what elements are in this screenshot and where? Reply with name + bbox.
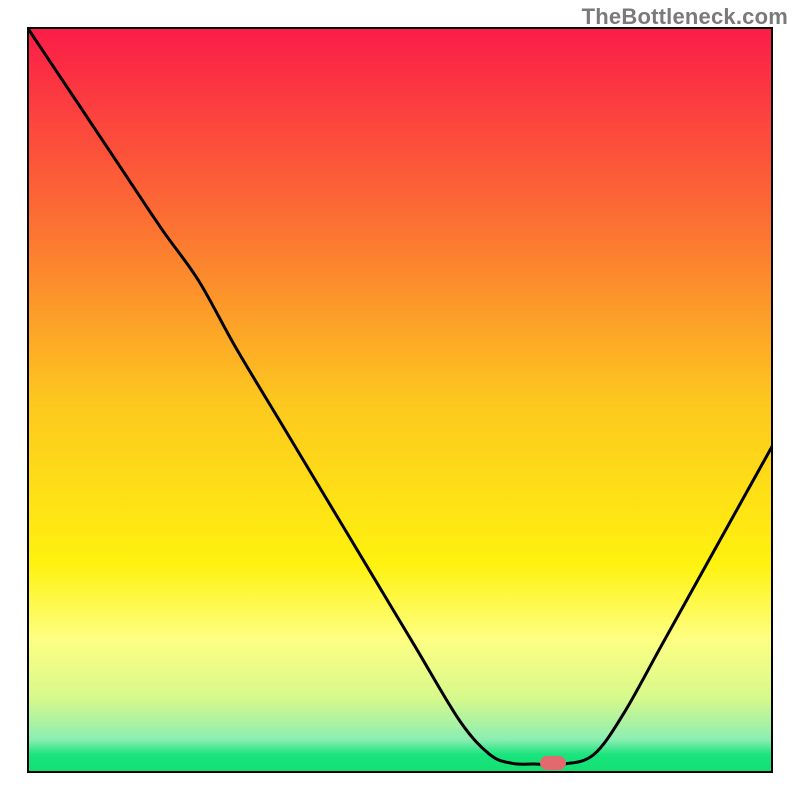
- chart-stage: TheBottleneck.com: [0, 0, 800, 800]
- plot-area: [27, 27, 773, 773]
- bottleneck-chart: [27, 27, 773, 773]
- gradient-background: [27, 27, 773, 773]
- optimum-marker: [540, 756, 566, 770]
